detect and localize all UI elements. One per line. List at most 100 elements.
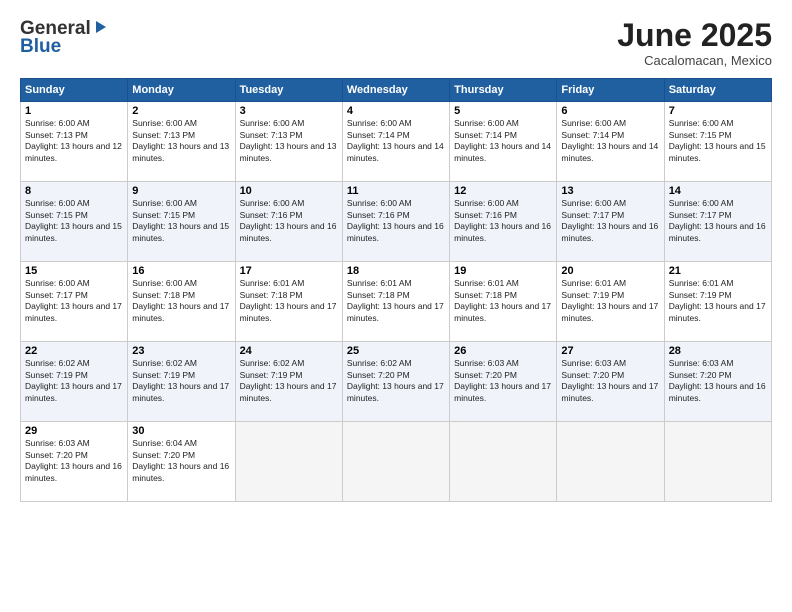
day-info: Sunrise: 6:00 AMSunset: 7:17 PMDaylight:… bbox=[561, 198, 659, 244]
calendar-cell: 25Sunrise: 6:02 AMSunset: 7:20 PMDayligh… bbox=[342, 342, 449, 422]
day-number: 7 bbox=[669, 105, 767, 117]
calendar-week-5: 29Sunrise: 6:03 AMSunset: 7:20 PMDayligh… bbox=[21, 422, 772, 502]
calendar-cell: 2Sunrise: 6:00 AMSunset: 7:13 PMDaylight… bbox=[128, 102, 235, 182]
weekday-sunday: Sunday bbox=[21, 79, 128, 102]
weekday-thursday: Thursday bbox=[450, 79, 557, 102]
day-number: 13 bbox=[561, 185, 659, 197]
day-info: Sunrise: 6:01 AMSunset: 7:18 PMDaylight:… bbox=[347, 278, 445, 324]
calendar-cell bbox=[450, 422, 557, 502]
day-number: 2 bbox=[132, 105, 230, 117]
calendar-cell: 20Sunrise: 6:01 AMSunset: 7:19 PMDayligh… bbox=[557, 262, 664, 342]
day-info: Sunrise: 6:01 AMSunset: 7:19 PMDaylight:… bbox=[669, 278, 767, 324]
day-info: Sunrise: 6:00 AMSunset: 7:15 PMDaylight:… bbox=[25, 198, 123, 244]
day-info: Sunrise: 6:04 AMSunset: 7:20 PMDaylight:… bbox=[132, 438, 230, 484]
day-number: 11 bbox=[347, 185, 445, 197]
day-info: Sunrise: 6:00 AMSunset: 7:17 PMDaylight:… bbox=[669, 198, 767, 244]
calendar-cell: 14Sunrise: 6:00 AMSunset: 7:17 PMDayligh… bbox=[664, 182, 771, 262]
calendar-cell: 1Sunrise: 6:00 AMSunset: 7:13 PMDaylight… bbox=[21, 102, 128, 182]
header: General Blue June 2025 Cacalomacan, Mexi… bbox=[20, 18, 772, 68]
day-info: Sunrise: 6:01 AMSunset: 7:18 PMDaylight:… bbox=[240, 278, 338, 324]
day-info: Sunrise: 6:00 AMSunset: 7:16 PMDaylight:… bbox=[240, 198, 338, 244]
day-info: Sunrise: 6:03 AMSunset: 7:20 PMDaylight:… bbox=[25, 438, 123, 484]
day-info: Sunrise: 6:03 AMSunset: 7:20 PMDaylight:… bbox=[669, 358, 767, 404]
day-info: Sunrise: 6:00 AMSunset: 7:13 PMDaylight:… bbox=[25, 118, 123, 164]
day-number: 10 bbox=[240, 185, 338, 197]
day-number: 16 bbox=[132, 265, 230, 277]
title-block: June 2025 Cacalomacan, Mexico bbox=[617, 18, 772, 68]
day-number: 22 bbox=[25, 345, 123, 357]
day-info: Sunrise: 6:00 AMSunset: 7:15 PMDaylight:… bbox=[132, 198, 230, 244]
calendar-cell: 18Sunrise: 6:01 AMSunset: 7:18 PMDayligh… bbox=[342, 262, 449, 342]
calendar-cell: 29Sunrise: 6:03 AMSunset: 7:20 PMDayligh… bbox=[21, 422, 128, 502]
day-number: 19 bbox=[454, 265, 552, 277]
calendar-cell: 10Sunrise: 6:00 AMSunset: 7:16 PMDayligh… bbox=[235, 182, 342, 262]
calendar-cell: 13Sunrise: 6:00 AMSunset: 7:17 PMDayligh… bbox=[557, 182, 664, 262]
calendar-cell: 22Sunrise: 6:02 AMSunset: 7:19 PMDayligh… bbox=[21, 342, 128, 422]
weekday-header-row: SundayMondayTuesdayWednesdayThursdayFrid… bbox=[21, 79, 772, 102]
location: Cacalomacan, Mexico bbox=[617, 53, 772, 68]
calendar-cell: 16Sunrise: 6:00 AMSunset: 7:18 PMDayligh… bbox=[128, 262, 235, 342]
day-info: Sunrise: 6:02 AMSunset: 7:19 PMDaylight:… bbox=[132, 358, 230, 404]
day-number: 24 bbox=[240, 345, 338, 357]
calendar-cell: 6Sunrise: 6:00 AMSunset: 7:14 PMDaylight… bbox=[557, 102, 664, 182]
day-number: 20 bbox=[561, 265, 659, 277]
day-number: 4 bbox=[347, 105, 445, 117]
day-info: Sunrise: 6:01 AMSunset: 7:18 PMDaylight:… bbox=[454, 278, 552, 324]
day-info: Sunrise: 6:00 AMSunset: 7:13 PMDaylight:… bbox=[240, 118, 338, 164]
day-info: Sunrise: 6:01 AMSunset: 7:19 PMDaylight:… bbox=[561, 278, 659, 324]
day-number: 25 bbox=[347, 345, 445, 357]
day-info: Sunrise: 6:00 AMSunset: 7:17 PMDaylight:… bbox=[25, 278, 123, 324]
calendar-cell: 28Sunrise: 6:03 AMSunset: 7:20 PMDayligh… bbox=[664, 342, 771, 422]
day-info: Sunrise: 6:00 AMSunset: 7:13 PMDaylight:… bbox=[132, 118, 230, 164]
logo: General Blue bbox=[20, 18, 108, 58]
calendar-cell bbox=[557, 422, 664, 502]
day-number: 14 bbox=[669, 185, 767, 197]
calendar-week-1: 1Sunrise: 6:00 AMSunset: 7:13 PMDaylight… bbox=[21, 102, 772, 182]
logo-arrow-icon bbox=[92, 19, 108, 35]
day-number: 1 bbox=[25, 105, 123, 117]
day-info: Sunrise: 6:00 AMSunset: 7:14 PMDaylight:… bbox=[347, 118, 445, 164]
calendar-cell: 26Sunrise: 6:03 AMSunset: 7:20 PMDayligh… bbox=[450, 342, 557, 422]
calendar-cell: 19Sunrise: 6:01 AMSunset: 7:18 PMDayligh… bbox=[450, 262, 557, 342]
month-title: June 2025 bbox=[617, 18, 772, 53]
weekday-tuesday: Tuesday bbox=[235, 79, 342, 102]
weekday-friday: Friday bbox=[557, 79, 664, 102]
weekday-saturday: Saturday bbox=[664, 79, 771, 102]
calendar-body: 1Sunrise: 6:00 AMSunset: 7:13 PMDaylight… bbox=[21, 102, 772, 502]
day-number: 17 bbox=[240, 265, 338, 277]
calendar-cell: 27Sunrise: 6:03 AMSunset: 7:20 PMDayligh… bbox=[557, 342, 664, 422]
page: General Blue June 2025 Cacalomacan, Mexi… bbox=[0, 0, 792, 612]
calendar-cell: 3Sunrise: 6:00 AMSunset: 7:13 PMDaylight… bbox=[235, 102, 342, 182]
calendar-cell: 5Sunrise: 6:00 AMSunset: 7:14 PMDaylight… bbox=[450, 102, 557, 182]
calendar-week-4: 22Sunrise: 6:02 AMSunset: 7:19 PMDayligh… bbox=[21, 342, 772, 422]
calendar-cell: 24Sunrise: 6:02 AMSunset: 7:19 PMDayligh… bbox=[235, 342, 342, 422]
calendar-cell: 15Sunrise: 6:00 AMSunset: 7:17 PMDayligh… bbox=[21, 262, 128, 342]
day-number: 12 bbox=[454, 185, 552, 197]
day-info: Sunrise: 6:02 AMSunset: 7:19 PMDaylight:… bbox=[25, 358, 123, 404]
day-number: 21 bbox=[669, 265, 767, 277]
logo-blue: Blue bbox=[20, 36, 61, 58]
day-info: Sunrise: 6:03 AMSunset: 7:20 PMDaylight:… bbox=[561, 358, 659, 404]
day-number: 9 bbox=[132, 185, 230, 197]
day-number: 28 bbox=[669, 345, 767, 357]
day-info: Sunrise: 6:00 AMSunset: 7:15 PMDaylight:… bbox=[669, 118, 767, 164]
calendar-cell bbox=[235, 422, 342, 502]
day-info: Sunrise: 6:00 AMSunset: 7:14 PMDaylight:… bbox=[454, 118, 552, 164]
day-number: 23 bbox=[132, 345, 230, 357]
calendar-cell: 7Sunrise: 6:00 AMSunset: 7:15 PMDaylight… bbox=[664, 102, 771, 182]
calendar-cell: 11Sunrise: 6:00 AMSunset: 7:16 PMDayligh… bbox=[342, 182, 449, 262]
day-info: Sunrise: 6:00 AMSunset: 7:14 PMDaylight:… bbox=[561, 118, 659, 164]
calendar-cell: 12Sunrise: 6:00 AMSunset: 7:16 PMDayligh… bbox=[450, 182, 557, 262]
day-number: 5 bbox=[454, 105, 552, 117]
calendar-cell: 9Sunrise: 6:00 AMSunset: 7:15 PMDaylight… bbox=[128, 182, 235, 262]
weekday-monday: Monday bbox=[128, 79, 235, 102]
day-info: Sunrise: 6:02 AMSunset: 7:20 PMDaylight:… bbox=[347, 358, 445, 404]
day-info: Sunrise: 6:00 AMSunset: 7:16 PMDaylight:… bbox=[454, 198, 552, 244]
calendar-cell: 23Sunrise: 6:02 AMSunset: 7:19 PMDayligh… bbox=[128, 342, 235, 422]
calendar-week-2: 8Sunrise: 6:00 AMSunset: 7:15 PMDaylight… bbox=[21, 182, 772, 262]
day-info: Sunrise: 6:03 AMSunset: 7:20 PMDaylight:… bbox=[454, 358, 552, 404]
calendar-cell: 30Sunrise: 6:04 AMSunset: 7:20 PMDayligh… bbox=[128, 422, 235, 502]
calendar-table: SundayMondayTuesdayWednesdayThursdayFrid… bbox=[20, 78, 772, 502]
day-info: Sunrise: 6:00 AMSunset: 7:18 PMDaylight:… bbox=[132, 278, 230, 324]
day-number: 15 bbox=[25, 265, 123, 277]
